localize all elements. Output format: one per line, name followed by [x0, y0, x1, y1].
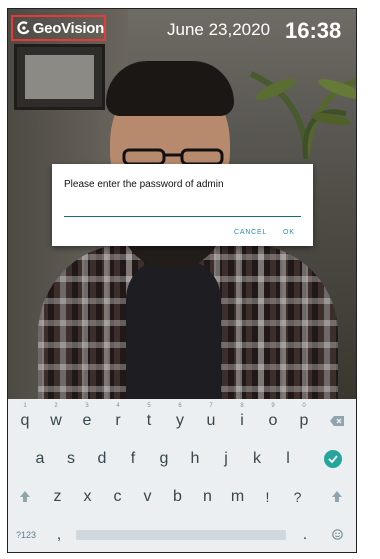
key-s[interactable]: s: [56, 440, 86, 477]
key-y[interactable]: 6y: [165, 402, 195, 439]
key-z[interactable]: z: [43, 478, 72, 515]
key-d[interactable]: d: [87, 440, 117, 477]
key-j[interactable]: j: [211, 440, 241, 477]
dialog-message: Please enter the password of admin: [64, 179, 224, 190]
keyboard-row-2: a s d f g h j k l: [8, 440, 356, 477]
cancel-button[interactable]: CANCEL: [234, 229, 267, 236]
key-i[interactable]: 8i: [227, 402, 257, 439]
keyboard-row-1: 1q 2w 3e 4r 5t 6y 7u 8i 9o 0p: [8, 402, 356, 439]
time-display: 16:38: [285, 18, 342, 43]
person-tshirt: [126, 259, 221, 399]
symbols-key[interactable]: ?123: [8, 516, 44, 552]
backspace-key[interactable]: [322, 402, 352, 439]
emoji-key[interactable]: [322, 516, 352, 552]
key-q[interactable]: 1q: [10, 402, 40, 439]
key-question[interactable]: ?: [283, 478, 312, 515]
key-o[interactable]: 9o: [258, 402, 288, 439]
device-screen: GeoVision June 23,2020 16:38 Please ente…: [7, 8, 357, 553]
brand-logo: GeoVision: [11, 15, 106, 41]
person-hair: [106, 61, 234, 116]
password-input[interactable]: [64, 202, 301, 217]
brand-name: GeoVision: [32, 19, 105, 37]
key-p[interactable]: 0p: [289, 402, 319, 439]
geovision-logo-icon: [17, 21, 30, 35]
shift-icon: [20, 491, 30, 502]
keyboard-row-4: ?123 , .: [8, 516, 356, 552]
key-h[interactable]: h: [180, 440, 210, 477]
keyboard-row-3: z x c v b n m ! ?: [8, 478, 356, 515]
check-icon: [324, 449, 342, 468]
ok-button[interactable]: OK: [283, 229, 295, 236]
key-f[interactable]: f: [118, 440, 148, 477]
shift-right-key[interactable]: [322, 478, 352, 515]
key-comma[interactable]: ,: [46, 516, 72, 552]
wall-frame: [14, 44, 105, 110]
plant-image: [249, 71, 356, 159]
key-c[interactable]: c: [103, 478, 132, 515]
key-b[interactable]: b: [163, 478, 192, 515]
shift-left-key[interactable]: [10, 478, 40, 515]
key-u[interactable]: 7u: [196, 402, 226, 439]
date-display: June 23,2020: [167, 20, 271, 39]
key-g[interactable]: g: [149, 440, 179, 477]
key-n[interactable]: n: [193, 478, 222, 515]
key-l[interactable]: l: [273, 440, 303, 477]
key-a[interactable]: a: [25, 440, 55, 477]
key-w[interactable]: 2w: [41, 402, 71, 439]
key-period[interactable]: .: [292, 516, 318, 552]
key-r[interactable]: 4r: [103, 402, 133, 439]
soft-keyboard: 1q 2w 3e 4r 5t 6y 7u 8i 9o 0p a s d f g …: [8, 399, 356, 552]
backspace-icon: [330, 415, 344, 426]
key-t[interactable]: 5t: [134, 402, 164, 439]
enter-key[interactable]: [318, 440, 348, 477]
shift-icon: [332, 491, 342, 502]
key-exclamation[interactable]: !: [253, 478, 282, 515]
password-dialog: Please enter the password of admin CANCE…: [52, 164, 313, 246]
key-v[interactable]: v: [133, 478, 162, 515]
key-k[interactable]: k: [242, 440, 272, 477]
spacebar-key[interactable]: [76, 530, 286, 540]
key-e[interactable]: 3e: [72, 402, 102, 439]
emoji-icon: [331, 529, 343, 540]
key-m[interactable]: m: [223, 478, 252, 515]
key-x[interactable]: x: [73, 478, 102, 515]
